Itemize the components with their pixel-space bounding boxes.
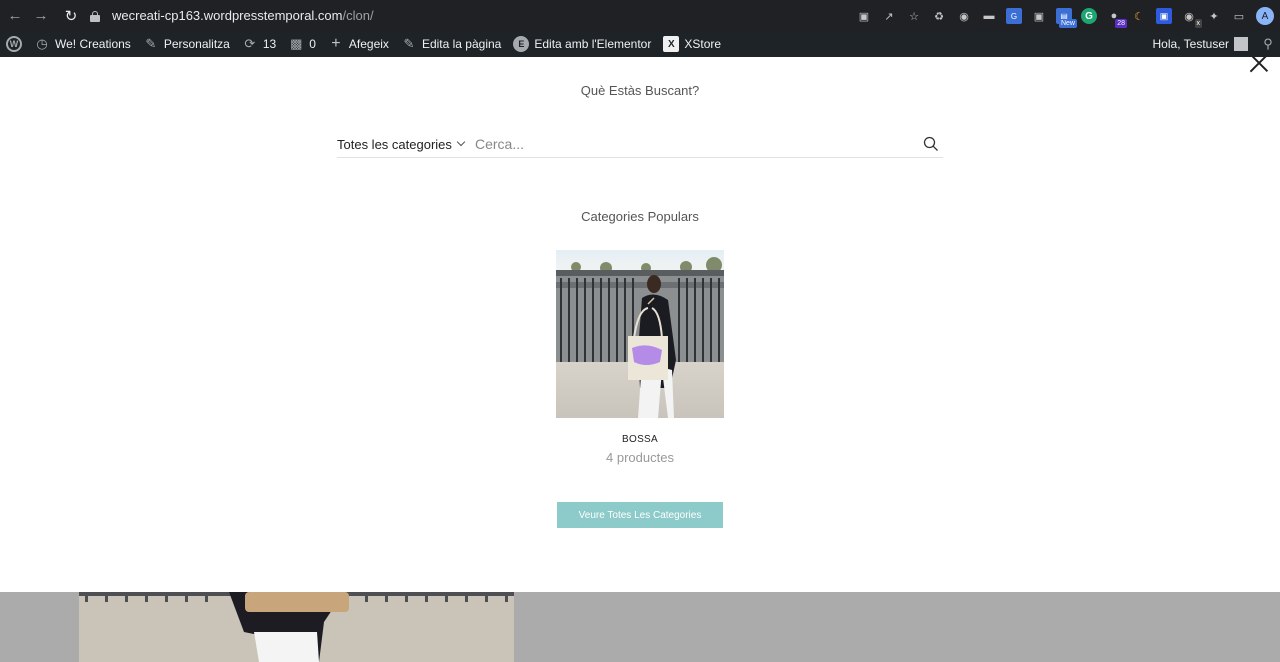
share-icon[interactable]: ↗ (881, 8, 897, 24)
user-avatar (1234, 37, 1248, 51)
search-icon[interactable]: ⚲ (1260, 36, 1276, 52)
category-count: 4 productes (606, 450, 674, 465)
chevron-down-icon (456, 137, 466, 147)
search-overlay: Què Estàs Buscant? Totes les categories … (0, 57, 1280, 592)
search-submit-icon[interactable] (919, 132, 943, 156)
greeting-label: Hola, Testuser (1152, 37, 1229, 51)
category-image[interactable] (556, 250, 724, 418)
comments-link[interactable]: ▩ 0 (282, 31, 322, 57)
wp-admin-bar: W ◷ We! Creations ✎ Personalitza ⟳ 13 ▩ 0 + A… (0, 31, 1280, 57)
elementor-link[interactable]: E Edita amb l'Elementor (507, 31, 657, 57)
globe-icon[interactable]: ◉ (956, 8, 972, 24)
puzzle-icon[interactable]: ✦ (1206, 8, 1222, 24)
lock-icon[interactable] (90, 10, 100, 22)
back-arrow-icon[interactable]: ← (4, 5, 26, 27)
view-all-categories-button[interactable]: Veure Totes Les Categories (557, 502, 723, 528)
elementor-icon: E (513, 36, 530, 52)
pencil-icon: ✎ (403, 36, 415, 51)
background-product-image (79, 592, 514, 662)
screen-capture-icon[interactable]: ▣ (1156, 8, 1172, 24)
search-title: Què Estàs Buscant? (580, 83, 700, 98)
popular-categories-title: Categories Populars (581, 209, 699, 224)
comments-count: 0 (309, 37, 316, 51)
calendar-extension-icon[interactable]: ● 28 (1106, 8, 1127, 28)
profile-avatar[interactable]: A (1256, 7, 1274, 25)
star-icon[interactable]: ☆ (906, 8, 922, 24)
camera-icon[interactable]: ▣ (1031, 8, 1047, 24)
category-name[interactable]: BOSSA (556, 434, 724, 445)
close-icon[interactable] (1249, 53, 1269, 73)
address-bar[interactable]: wecreati-cp163.wordpresstemporal.com/clo… (84, 3, 804, 28)
updates-link[interactable]: ⟳ 13 (236, 31, 282, 57)
xstore-icon: X (663, 36, 680, 52)
extension-dark-icon[interactable]: ▬ (981, 8, 997, 24)
brush-icon: ✎ (145, 36, 157, 51)
reload-icon[interactable]: ↻ (60, 5, 82, 27)
category-select-label: Totes les categories (337, 136, 452, 152)
category-select[interactable]: Totes les categories (337, 137, 467, 152)
translate-blue-icon[interactable]: G (1006, 8, 1022, 24)
xstore-menu[interactable]: X XStore (657, 31, 727, 57)
elementor-label: Edita amb l'Elementor (534, 37, 652, 51)
add-new-menu[interactable]: + Afegeix (322, 31, 395, 57)
customize-link[interactable]: ✎ Personalitza (137, 31, 236, 57)
grammarly-icon[interactable]: G (1081, 8, 1097, 24)
eye-badge: x (1194, 19, 1202, 28)
customize-label: Personalitza (163, 37, 230, 51)
my-account-menu[interactable]: Hola, Testuser (1147, 31, 1254, 57)
url-text[interactable]: wecreati-cp163.wordpresstemporal.com/clo… (112, 8, 374, 23)
moon-icon[interactable]: ☾ (1131, 8, 1147, 24)
translate-icon[interactable]: ▣ (856, 8, 872, 24)
sidepanel-icon[interactable]: ▭ (1231, 8, 1247, 24)
updates-count: 13 (262, 37, 277, 51)
search-form: Totes les categories (337, 131, 943, 158)
add-new-label: Afegeix (348, 37, 389, 51)
xstore-label: XStore (684, 37, 722, 51)
browser-toolbar: ← → ↻ wecreati-cp163.wordpresstemporal.c… (0, 0, 1280, 31)
edit-page-link[interactable]: ✎ Edita la pàgina (395, 31, 507, 57)
edit-page-label: Edita la pàgina (421, 37, 502, 51)
forward-arrow-icon[interactable]: → (30, 5, 52, 27)
category-card-bossa[interactable]: BOSSA 4 productes (556, 250, 724, 465)
new-badge: New (1058, 19, 1077, 28)
wordpress-logo-icon: W (6, 36, 22, 52)
eye-extension-icon[interactable]: ◉ x (1181, 8, 1202, 28)
new-extension-icon[interactable]: ▤ New (1056, 8, 1077, 28)
site-name-label: We! Creations (55, 37, 131, 51)
search-input[interactable] (467, 132, 919, 156)
recycle-icon[interactable]: ♻ (931, 8, 947, 24)
plus-icon: + (331, 35, 341, 52)
dashboard-icon: ◷ (36, 36, 48, 51)
comment-icon: ▩ (290, 36, 303, 51)
wp-logo-menu[interactable]: W (0, 31, 28, 57)
calendar-badge: 28 (1115, 19, 1127, 28)
updates-icon: ⟳ (244, 36, 256, 51)
extensions-tray: ▣ ↗ ☆ ♻ ◉ ▬ G ▣ ▤ New G ● 28 ☾ ▣ ◉ x ✦ ▭ A (856, 5, 1274, 28)
site-name-menu[interactable]: ◷ We! Creations (28, 31, 137, 57)
